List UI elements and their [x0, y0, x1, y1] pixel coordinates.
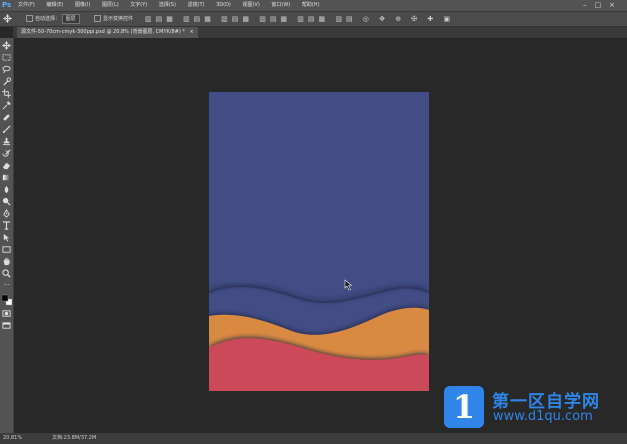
auto-select-option: 自动选择： 图层: [26, 12, 80, 26]
menu-3d[interactable]: 3D(D): [216, 2, 231, 8]
status-bar: 20.81% 文档:23.8M/37.2M: [0, 433, 627, 444]
dodge-icon[interactable]: [2, 197, 11, 206]
shape-icon[interactable]: [2, 245, 11, 254]
move-icon[interactable]: [2, 41, 11, 50]
auto-select-label: 自动选择：: [35, 16, 61, 22]
watermark-badge: 1: [444, 386, 484, 428]
document-tab-bar: 源文件-50-70cm-cmyk-300ppi.psd @ 20.8% (背景图…: [13, 27, 627, 38]
minimize-button[interactable]: –: [583, 1, 595, 9]
menu-image[interactable]: 图像(I): [75, 2, 90, 8]
crop-icon[interactable]: [2, 89, 11, 98]
pen-icon[interactable]: [2, 209, 11, 218]
options-bar: 自动选择： 图层 显示变换控件 ▥▤▦ ▥▤▦ ▥▤▦ ▥▤▦ ▥▤▦ ▥▤ ◎…: [0, 12, 627, 27]
gradient-icon[interactable]: [2, 173, 11, 182]
watermark: 1 第一区自学网 www.d1qu.com: [436, 384, 627, 434]
quickmask-icon[interactable]: [2, 309, 11, 318]
document-info: 文档:23.8M/37.2M: [52, 435, 97, 441]
tab-close-icon[interactable]: ×: [189, 29, 193, 35]
mouse-cursor-icon: [344, 279, 353, 291]
blur-icon[interactable]: [2, 185, 11, 194]
document-tab-title: 源文件-50-70cm-cmyk-300ppi.psd @ 20.8% (背景图…: [21, 29, 185, 35]
app-logo: Ps: [2, 1, 12, 9]
menu-layer[interactable]: 图层(L): [102, 2, 119, 8]
close-button[interactable]: ×: [609, 1, 623, 9]
poster-artwork: [209, 284, 429, 391]
more-icon[interactable]: ···: [2, 281, 11, 290]
menu-window[interactable]: 窗口(W): [271, 2, 290, 8]
document-canvas[interactable]: [209, 92, 429, 391]
auto-select-dropdown[interactable]: 图层: [61, 14, 80, 24]
path-select-icon[interactable]: [2, 233, 11, 242]
menu-bar: Ps 文件(F) 编辑(E) 图像(I) 图层(L) 文字(Y) 选择(S) 滤…: [0, 0, 627, 12]
menu-edit[interactable]: 编辑(E): [46, 2, 63, 8]
document-tab[interactable]: 源文件-50-70cm-cmyk-300ppi.psd @ 20.8% (背景图…: [17, 27, 198, 38]
marquee-icon[interactable]: [2, 53, 11, 62]
move-icon: [3, 14, 12, 23]
screen-mode-icon[interactable]: [2, 321, 11, 330]
tools-panel: ···: [0, 38, 14, 444]
hand-icon[interactable]: [2, 257, 11, 266]
menu-file[interactable]: 文件(F): [18, 2, 35, 8]
show-transform-label: 显示变换控件: [103, 16, 134, 22]
brush-icon[interactable]: [2, 125, 11, 134]
zoom-icon[interactable]: [2, 269, 11, 278]
eyedropper-icon[interactable]: [2, 101, 11, 110]
menu-type[interactable]: 文字(Y): [130, 2, 147, 8]
menu-help[interactable]: 帮助(H): [302, 2, 320, 8]
blue-wave-line: [209, 284, 429, 304]
zoom-level[interactable]: 20.81%: [3, 433, 22, 444]
maximize-button[interactable]: □: [595, 1, 610, 9]
eraser-icon[interactable]: [2, 161, 11, 170]
align-distribute-icons[interactable]: ▥▤▦ ▥▤▦ ▥▤▦ ▥▤▦ ▥▤▦ ▥▤ ◎ ✥ ⊕ ✠ ✚ ▣: [145, 15, 454, 23]
history-brush-icon[interactable]: [2, 149, 11, 158]
menu-view[interactable]: 视图(V): [242, 2, 259, 8]
move-tool-preset[interactable]: [3, 12, 12, 26]
watermark-url: www.d1qu.com: [493, 409, 593, 424]
menu-filter[interactable]: 滤镜(T): [188, 2, 205, 8]
lasso-icon[interactable]: [2, 65, 11, 74]
healing-icon[interactable]: [2, 113, 11, 122]
menu-select[interactable]: 选择(S): [159, 2, 176, 8]
stamp-icon[interactable]: [2, 137, 11, 146]
show-transform-checkbox[interactable]: [94, 15, 101, 22]
type-icon[interactable]: [2, 221, 11, 230]
window-controls: –□×: [583, 0, 623, 11]
color-swatch-icon[interactable]: [2, 294, 12, 306]
show-transform-option: 显示变换控件: [94, 12, 133, 26]
quick-select-icon[interactable]: [2, 77, 11, 86]
menu-items: 文件(F) 编辑(E) 图像(I) 图层(L) 文字(Y) 选择(S) 滤镜(T…: [18, 0, 330, 11]
auto-select-checkbox[interactable]: [26, 15, 33, 22]
